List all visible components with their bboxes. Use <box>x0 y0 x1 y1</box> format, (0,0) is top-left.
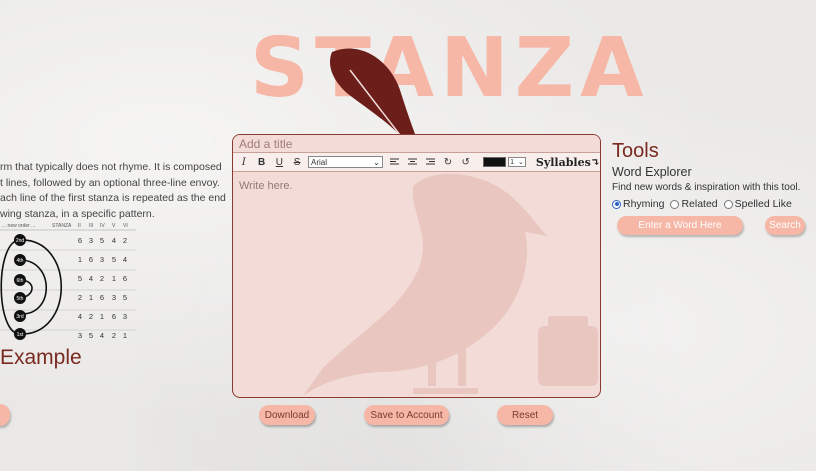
table-cell: 4 <box>123 255 127 264</box>
table-cell: 2 <box>89 312 93 321</box>
radio-spelled-like[interactable]: Spelled Like <box>723 198 792 210</box>
table-cell: 6 <box>100 293 104 302</box>
save-to-account-button[interactable]: Save to Account <box>364 405 449 425</box>
node-label: 1st <box>17 332 24 338</box>
table-cell: 2 <box>123 236 127 245</box>
poem-body-input[interactable]: Write here. <box>233 172 600 396</box>
node-label: 6th <box>17 278 24 284</box>
reset-button[interactable]: Reset <box>497 405 553 425</box>
table-cell: 6 <box>78 236 82 245</box>
table-cell: 4 <box>100 331 104 340</box>
table-cell: 3 <box>123 312 127 321</box>
table-cell: 4 <box>112 236 116 245</box>
table-cell: 3 <box>78 331 82 340</box>
raven-watermark-icon <box>303 173 598 396</box>
chevron-down-icon: ⌄ <box>518 159 524 166</box>
radio-button[interactable] <box>670 199 680 209</box>
table-cell: 1 <box>100 312 104 321</box>
table-cell: 3 <box>112 293 116 302</box>
table-cell: 6 <box>112 312 116 321</box>
form-description: rm that typically does not rhyme. It is … <box>0 160 232 222</box>
table-cell: 3 <box>100 255 104 264</box>
word-input[interactable]: Enter a Word Here <box>617 216 743 235</box>
table-cell: 1 <box>78 255 82 264</box>
search-mode-options: Rhyming Related Spelled Like <box>612 198 816 210</box>
word-explorer-description: Find new words & inspiration with this t… <box>612 182 801 193</box>
table-cell: 1 <box>89 293 93 302</box>
word-explorer-title: Word Explorer <box>612 165 692 179</box>
table-header: V <box>112 223 116 229</box>
radio-label: Related <box>681 198 718 210</box>
table-cell: 5 <box>78 274 82 283</box>
description-line: rm that typically does not rhyme. It is … <box>0 161 222 173</box>
table-cell: 2 <box>78 293 82 302</box>
radio-label: Spelled Like <box>734 198 792 210</box>
table-cell: 4 <box>78 312 82 321</box>
search-button[interactable]: Search <box>765 216 805 235</box>
radio-related[interactable]: Related <box>670 198 718 210</box>
table-cell: 2 <box>100 274 104 283</box>
node-label: 5th <box>17 296 24 302</box>
table-header: ... new order ... <box>2 223 35 229</box>
table-cell: 6 <box>123 274 127 283</box>
table-cell: 1 <box>123 331 127 340</box>
table-cell: 3 <box>89 236 93 245</box>
table-header: II <box>78 223 81 229</box>
table-header: III <box>89 223 93 229</box>
download-button[interactable]: Download <box>259 405 315 425</box>
table-header: VI <box>123 223 128 229</box>
table-header: IV <box>100 223 105 229</box>
tools-title: Tools <box>612 140 659 162</box>
poem-editor: Add a title I B U S Arial ⌄ ↻ ↺ 1 ⌄ Syll… <box>232 134 601 398</box>
table-header: STANZA <box>52 223 72 229</box>
table-cell: 5 <box>123 293 127 302</box>
body-placeholder: Write here. <box>239 180 293 192</box>
description-line: ach line of the first stanza is repeated… <box>0 192 226 204</box>
form-description-panel: rm that typically does not rhyme. It is … <box>0 160 232 222</box>
table-cell: 5 <box>100 236 104 245</box>
order-table: 6 3 5 4 21 6 3 5 45 4 2 1 62 1 6 3 54 2 1 6 33 5 4 2 1 <box>78 236 127 340</box>
italic-icon[interactable]: I <box>237 155 251 169</box>
stanza-logo: STANZA <box>250 20 644 155</box>
tools-panel: Tools Word Explorer Find new words & ins… <box>612 140 816 210</box>
node-label: 3rd <box>16 314 23 320</box>
table-cell: 4 <box>89 274 93 283</box>
description-line: t lines, followed by an optional three-l… <box>0 176 220 189</box>
size-value: 1 <box>510 158 515 166</box>
table-cell: 1 <box>112 274 116 283</box>
table-cell: 5 <box>112 255 116 264</box>
table-cell: 5 <box>89 331 93 340</box>
example-heading: Example <box>0 346 82 369</box>
table-cell: 6 <box>89 255 93 264</box>
previous-button[interactable] <box>0 404 10 426</box>
title-input[interactable]: Add a title <box>233 135 600 153</box>
table-cell: 2 <box>112 331 116 340</box>
radio-button[interactable] <box>612 199 621 209</box>
radio-rhyming[interactable]: Rhyming <box>612 198 664 210</box>
node-label: 4th <box>17 258 24 264</box>
radio-label: Rhyming <box>623 198 665 210</box>
node-label: 2nd <box>16 238 25 244</box>
radio-button[interactable] <box>723 199 733 209</box>
sestina-diagram: ... new order ... STANZA II III IV V VI … <box>0 223 136 340</box>
